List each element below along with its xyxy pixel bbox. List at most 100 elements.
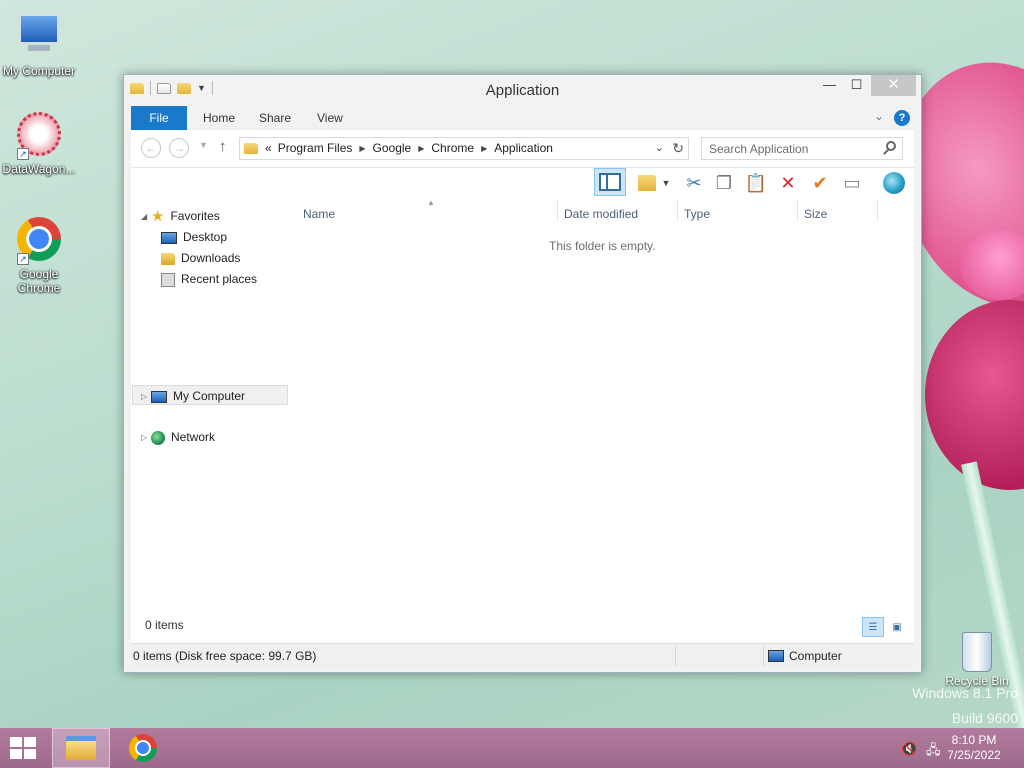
status-location: Computer: [768, 649, 842, 663]
folder-icon: [244, 143, 258, 154]
preview-pane-button[interactable]: [594, 168, 626, 196]
content-area: ◢ ★ Favorites Desktop Downloads Recent pla…: [131, 198, 914, 643]
breadcrumb-separator-icon[interactable]: ▶: [414, 138, 428, 159]
tab-view[interactable]: View: [303, 106, 357, 130]
nav-favorites[interactable]: ◢ ★ Favorites: [141, 206, 220, 226]
properties-button[interactable]: [634, 171, 660, 195]
navigation-bar: ← → ▼ ↑ « Program Files ▶ Google ▶ Chrom…: [131, 130, 914, 168]
chrome-icon: [129, 734, 157, 762]
expand-triangle-icon[interactable]: ▷: [141, 387, 151, 407]
desktop-icon-label: Google Chrome: [17, 267, 61, 295]
refresh-icon[interactable]: ↻: [672, 140, 684, 157]
nav-label: Network: [171, 430, 216, 444]
breadcrumb-application[interactable]: Application: [491, 138, 556, 159]
tab-home[interactable]: Home: [189, 106, 249, 130]
copy-icon[interactable]: ❐: [711, 171, 737, 195]
file-explorer-icon: [66, 736, 96, 760]
address-bar[interactable]: « Program Files ▶ Google ▶ Chrome ▶ Appl…: [239, 137, 689, 160]
breadcrumb-google[interactable]: Google: [370, 138, 415, 159]
start-button[interactable]: [10, 737, 38, 761]
up-button[interactable]: ↑: [219, 138, 227, 155]
tab-share[interactable]: Share: [245, 106, 305, 130]
desktop-icon: [161, 231, 177, 244]
network-status-icon[interactable]: 🖧: [926, 741, 941, 763]
forward-button[interactable]: →: [169, 138, 189, 158]
network-icon: [151, 430, 165, 445]
cut-icon[interactable]: ✂: [681, 171, 707, 195]
windows-logo-icon: [10, 737, 22, 747]
help-icon[interactable]: ?: [894, 110, 910, 126]
nav-desktop[interactable]: Desktop: [161, 227, 227, 247]
properties-dropdown-icon[interactable]: ▼: [659, 171, 673, 195]
close-button[interactable]: ✕: [871, 75, 916, 96]
search-box[interactable]: [701, 137, 903, 160]
clock-date: 7/25/2022: [947, 748, 1001, 762]
expand-ribbon-chevron-icon[interactable]: ⌄: [874, 109, 884, 123]
breadcrumb-chrome[interactable]: Chrome: [428, 138, 477, 159]
explorer-window: ▼ Application — ☐ ✕ File Home Share View…: [123, 74, 922, 673]
large-icons-view-icon[interactable]: ▣: [886, 617, 908, 637]
taskbar: 🔇 🖧 8:10 PM 7/25/2022: [0, 728, 1024, 768]
desktop-icon-my-computer[interactable]: My Computer: [0, 10, 78, 78]
minimize-button[interactable]: —: [816, 75, 843, 96]
maximize-button[interactable]: ☐: [843, 75, 870, 96]
item-count: 0 items: [145, 618, 184, 632]
recycle-bin-icon: [962, 632, 992, 672]
paste-icon[interactable]: 📋: [743, 171, 769, 195]
nav-recent-places[interactable]: Recent places: [161, 269, 257, 289]
desktop-icon-label: Recycle Bin: [945, 674, 1009, 688]
system-tray: 🔇 🖧 8:10 PM 7/25/2022: [884, 728, 1024, 768]
address-dropdown-chevron-icon[interactable]: ⌄: [655, 141, 664, 154]
computer-icon: [768, 650, 784, 662]
empty-folder-message: This folder is empty.: [549, 239, 656, 253]
recent-locations-chevron-icon[interactable]: ▼: [199, 140, 208, 150]
desktop-icon-recycle-bin[interactable]: Recycle Bin: [942, 632, 1012, 688]
collapse-triangle-icon[interactable]: ◢: [141, 207, 151, 227]
star-icon: ★: [151, 207, 165, 225]
column-header-date-modified[interactable]: Date modified: [564, 207, 638, 221]
sort-arrow-icon: ▲: [427, 198, 435, 207]
nav-label: Downloads: [181, 251, 241, 265]
breadcrumb-overflow[interactable]: «: [262, 138, 275, 159]
nav-label: Favorites: [170, 209, 220, 223]
rename-icon[interactable]: ▭: [839, 171, 865, 195]
search-input[interactable]: [702, 138, 872, 159]
checkmark-icon[interactable]: ✔: [807, 171, 833, 195]
nav-downloads[interactable]: Downloads: [161, 248, 240, 268]
network-globe-icon[interactable]: [881, 171, 907, 195]
breadcrumb-separator-icon[interactable]: ▶: [355, 138, 369, 159]
desktop-icon-google-chrome[interactable]: ↗ Google Chrome: [0, 215, 78, 295]
downloads-folder-icon: [161, 252, 175, 265]
desktop-icon-datawagon[interactable]: ↗ DataWagon...: [0, 110, 78, 176]
search-icon[interactable]: [886, 141, 896, 151]
details-view-icon[interactable]: ☰: [862, 617, 884, 637]
nav-label: Desktop: [183, 230, 228, 244]
delete-icon[interactable]: ✕: [775, 171, 801, 195]
ribbon-tabs: File Home Share View ⌄ ?: [131, 106, 914, 130]
pane-layout-icon: [599, 173, 621, 191]
column-header-size[interactable]: Size: [804, 207, 827, 221]
status-bar: 0 items (Disk free space: 99.7 GB) Compu…: [131, 643, 914, 667]
speaker-muted-icon[interactable]: 🔇: [901, 741, 917, 757]
nav-label: Recent places: [181, 272, 258, 286]
nav-network[interactable]: ▷ Network: [141, 427, 215, 447]
window-title: Application: [485, 82, 560, 99]
navigation-pane: ◢ ★ Favorites Desktop Downloads Recent pla…: [131, 198, 291, 643]
taskbar-file-explorer[interactable]: [52, 728, 110, 768]
taskbar-google-chrome[interactable]: [114, 728, 172, 768]
column-header-name[interactable]: Name: [303, 207, 335, 221]
view-switcher: ☰ ▣: [862, 617, 908, 637]
title-bar[interactable]: ▼ Application — ☐ ✕: [124, 75, 921, 105]
tab-file[interactable]: File: [131, 106, 187, 130]
command-toolbar: ▼ ✂ ❐ 📋 ✕ ✔ ▭: [131, 168, 914, 198]
column-header-type[interactable]: Type: [684, 207, 710, 221]
file-list: ▲ Name Date modified Type Size This fold…: [299, 198, 914, 643]
back-button[interactable]: ←: [141, 138, 161, 158]
breadcrumb-program-files[interactable]: Program Files: [275, 138, 356, 159]
breadcrumb-separator-icon[interactable]: ▶: [477, 138, 491, 159]
recent-places-icon: [161, 272, 175, 287]
expand-triangle-icon[interactable]: ▷: [141, 428, 151, 448]
clock[interactable]: 8:10 PM 7/25/2022: [944, 733, 1004, 763]
nav-my-computer[interactable]: ▷ My Computer: [132, 385, 288, 405]
folder-properties-icon: [638, 175, 656, 191]
